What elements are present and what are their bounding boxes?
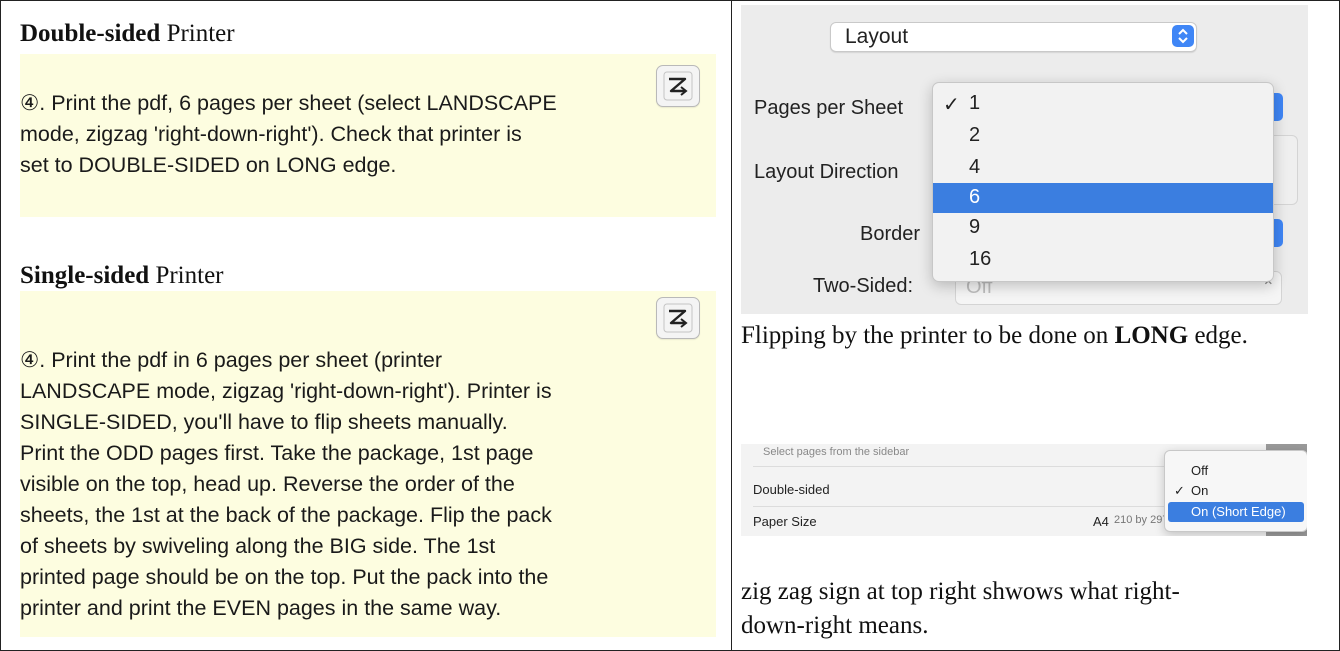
zigzag-icon[interactable]: [656, 65, 700, 107]
menu-item-9[interactable]: 9: [933, 213, 1273, 243]
select-arrows-icon: [1172, 25, 1194, 47]
column-divider: [731, 0, 732, 651]
double-sided-note: ④. Print the pdf, 6 pages per sheet (sel…: [20, 54, 716, 217]
layout-direction-label: Layout Direction: [754, 161, 899, 183]
single-sided-line-5: visible on the top, head up. Reverse the…: [20, 472, 515, 496]
pages-per-sheet-menu: ✓ 1 2 4 6 9 16: [932, 82, 1274, 282]
zigzag-explanation: zig zag sign at top right shwows what ri…: [741, 578, 1180, 639]
menu-item-6[interactable]: 6: [933, 183, 1273, 213]
single-sided-line-4: Print the ODD pages first. Take the pack…: [20, 441, 534, 465]
single-sided-line-6: sheets, the 1st at the back of the packa…: [20, 503, 552, 527]
double-sided-heading: Double-sided Printer: [20, 20, 235, 47]
double-sided-line-1: ④. Print the pdf, 6 pages per sheet (sel…: [20, 91, 557, 115]
single-sided-line-8: printed page should be on the top. Put t…: [20, 565, 549, 589]
double-sided-line-3: set to DOUBLE-SIDED on LONG edge.: [20, 153, 397, 177]
single-sided-heading: Single-sided Printer: [20, 262, 224, 289]
menu-item-4[interactable]: 4: [933, 153, 1273, 183]
double-sided-menu: Off ✓ On On (Short Edge): [1164, 450, 1307, 532]
divider: [753, 466, 1213, 467]
border-label: Border: [860, 223, 921, 245]
single-sided-note: ④. Print the pdf in 6 pages per sheet (p…: [20, 291, 716, 637]
single-sided-line-1: ④. Print the pdf in 6 pages per sheet (p…: [20, 348, 443, 372]
checkmark-icon: ✓: [1174, 483, 1185, 498]
menu-item-16[interactable]: 16: [933, 245, 1273, 275]
single-sided-line-3: SINGLE-SIDED, you'll have to flip sheets…: [20, 410, 508, 434]
double-sided-dialog-screenshot: Select pages from the sidebar Double-sid…: [741, 444, 1307, 536]
layout-select-value: Layout: [845, 25, 909, 48]
zigzag-icon[interactable]: [656, 297, 700, 339]
sidebar-hint: Select pages from the sidebar: [763, 446, 910, 458]
single-sided-line-2: LANDSCAPE mode, zigzag 'right-down-right…: [20, 379, 552, 403]
flip-instruction: Flipping by the printer to be done on LO…: [741, 322, 1248, 349]
menu-item-2[interactable]: 2: [933, 121, 1273, 151]
menu-item-off[interactable]: Off: [1168, 461, 1304, 481]
menu-item-1[interactable]: ✓ 1: [933, 89, 1273, 119]
double-sided-label: Double-sided: [753, 482, 830, 497]
menu-item-on-short-edge[interactable]: On (Short Edge): [1168, 502, 1304, 522]
divider: [753, 506, 1213, 507]
print-dialog-screenshot: Layout Pages per Sheet Layout Direction …: [741, 5, 1308, 314]
layout-select[interactable]: Layout: [830, 22, 1197, 52]
double-sided-line-2: mode, zigzag 'right-down-right'). Check …: [20, 122, 522, 146]
paper-size-label: Paper Size: [753, 514, 817, 529]
pages-per-sheet-label: Pages per Sheet: [754, 97, 903, 119]
single-sided-line-7: of sheets by swiveling along the BIG sid…: [20, 534, 496, 558]
two-sided-label: Two-Sided:: [813, 275, 914, 297]
menu-item-on[interactable]: ✓ On: [1168, 481, 1304, 501]
single-sided-line-9: printer and print the EVEN pages in the …: [20, 596, 502, 620]
paper-size-value: A4: [1093, 514, 1109, 529]
checkmark-icon: ✓: [943, 94, 960, 116]
